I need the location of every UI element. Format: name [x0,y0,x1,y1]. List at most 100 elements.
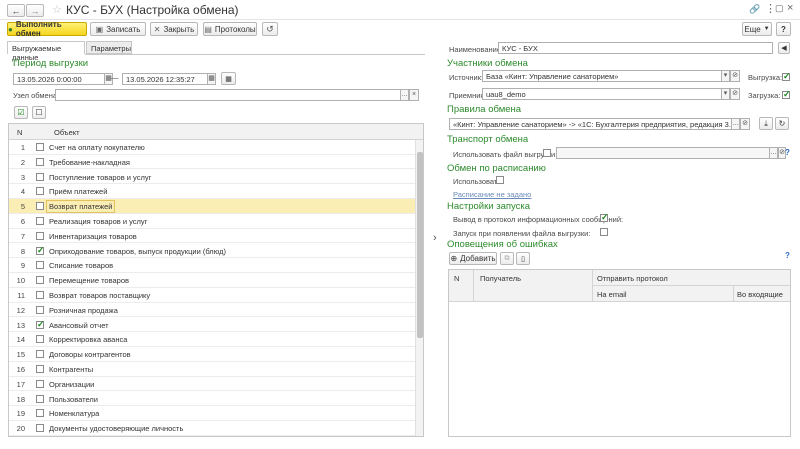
scrollbar[interactable] [415,140,423,436]
download-checkbox[interactable] [782,89,791,100]
source-clear-button[interactable]: ▾ [721,70,730,82]
row-checkbox[interactable] [36,291,44,299]
file-path-select-button[interactable]: … [769,147,778,159]
file-path-field[interactable] [556,147,770,159]
row-checkbox[interactable] [36,335,44,344]
row-checkbox[interactable] [36,319,45,330]
write-button[interactable]: ▣ Записать [90,22,146,36]
use-file-checkbox[interactable] [543,149,551,157]
history-icon: ↺ [266,23,274,34]
name-action-button[interactable]: ◀ [778,42,790,54]
table-row[interactable]: 10 Перемещение товаров [9,273,417,288]
table-row[interactable]: 5 Возврат платежей [9,199,417,214]
table-row[interactable]: 7 Инвентаризация товаров [9,229,417,244]
favorite-star-icon[interactable]: ☆ [52,3,62,16]
date-to-field[interactable]: 13.05.2026 12:35:27 [122,73,208,85]
history-button[interactable]: ↺ [262,22,278,36]
row-checkbox[interactable] [36,231,44,240]
source-field[interactable]: База «Кинт: Управление санаторием» [482,70,722,82]
help-button[interactable]: ? [776,22,791,36]
receiver-open-button[interactable]: ⊘ [730,88,740,100]
table-row[interactable]: 15 Договоры контрагентов [9,347,417,362]
rules-refresh-button[interactable]: ↻ [775,117,789,130]
copy-button[interactable]: ⧉ [500,252,514,265]
autostart-checkbox[interactable] [600,228,608,236]
table-row[interactable]: 20 Документы удостоверяющие личность [9,421,417,436]
row-checkbox[interactable] [36,217,44,225]
transport-help-icon[interactable]: ? [785,148,790,157]
row-checkbox[interactable] [36,409,44,418]
back-button[interactable]: ← [7,4,25,17]
date-to-calendar-button[interactable]: ▦ [207,73,216,85]
row-checkbox[interactable] [36,245,45,256]
row-checkbox[interactable] [36,261,44,270]
table-row[interactable]: 8 Оприходование товаров, выпуск продукции… [9,244,417,259]
uncheck-all-button[interactable]: ☐ [32,106,46,119]
link-icon[interactable]: 🔗 [749,4,760,15]
row-checkbox[interactable] [36,305,44,314]
table-row[interactable]: 9 Списание товаров [9,258,417,274]
table-row[interactable]: 3 Поступление товаров и услуг [9,170,417,185]
tab-parameters[interactable]: Параметры [86,41,132,54]
row-checkbox[interactable] [36,365,44,373]
run-exchange-button[interactable]: ● Выполнить обмен [7,20,87,38]
period-select-button[interactable]: ▦ [221,72,236,85]
table-row[interactable]: 18 Пользователи [9,392,417,407]
upload-checkbox[interactable] [782,71,791,82]
table-row[interactable]: 13 Авансовый отчет [9,318,417,333]
row-checkbox[interactable] [36,276,44,285]
tab-exported-data[interactable]: Выгружаемые данные [7,41,85,62]
receiver-clear-button[interactable]: ▾ [721,88,730,100]
schedule-link[interactable]: Расписание не задано [453,190,531,199]
check-all-button[interactable]: ☑ [14,106,28,119]
row-checkbox[interactable] [36,202,44,211]
row-checkbox[interactable] [36,394,44,403]
scroll-thumb[interactable] [417,152,423,338]
rules-select-button[interactable]: … [731,118,740,130]
table-row[interactable]: 17 Организации [9,377,417,392]
row-checkbox[interactable] [36,143,44,151]
row-checkbox[interactable] [36,187,44,196]
receiver-label: Приемник: [449,91,486,100]
table-row[interactable]: 11 Возврат товаров поставщику [9,288,417,303]
source-label: Источник: [449,73,484,82]
receiver-field[interactable]: uau8_demo [482,88,722,100]
more-button[interactable]: Еще ▼ [742,22,772,36]
name-field[interactable]: КУС - БУХ [498,42,773,54]
panel-collapse-icon[interactable]: › [433,232,437,244]
table-row[interactable]: 16 Контрагенты [9,362,417,377]
protocols-button[interactable]: ▤ Протоколы [203,22,257,36]
row-checkbox[interactable] [36,172,44,181]
forward-button[interactable]: → [26,4,44,17]
rules-field[interactable]: «Кинт: Управление санаторием» -> «1С: Бу… [449,118,732,130]
source-open-button[interactable]: ⊘ [730,70,740,82]
table-row[interactable]: 1 Счет на оплату покупателю [9,140,417,155]
row-checkbox[interactable] [36,350,44,359]
log-checkbox[interactable] [600,212,609,223]
rules-download-button[interactable]: ⤓ [759,117,773,130]
close-button[interactable]: ✕ Закрыть [150,22,198,36]
node-clear-button[interactable]: × [409,89,419,101]
table-row[interactable]: 19 Номенклатура [9,406,417,422]
table-row[interactable]: 14 Корректировка аванса [9,332,417,348]
row-checkbox[interactable] [36,379,44,388]
table-row[interactable]: 4 Приём платежей [9,184,417,200]
delete-button[interactable]: ▯ [516,252,530,265]
table-row[interactable]: 6 Реализация товаров и услуг [9,214,417,229]
use-schedule-checkbox[interactable] [496,176,504,184]
node-field[interactable] [55,89,401,101]
node-select-button[interactable]: … [400,89,409,101]
row-object-label: Приём платежей [49,187,108,197]
alerts-header-email: На email [597,290,627,299]
row-checkbox[interactable] [36,424,44,433]
row-checkbox[interactable] [36,157,44,166]
table-row[interactable]: 2 Требование-накладная [9,155,417,170]
rules-open-button[interactable]: ⊘ [740,118,750,130]
uncheck-all-icon: ☐ [35,108,43,117]
maximize-icon[interactable]: ▢ [775,3,784,14]
table-row[interactable]: 12 Розничная продажа [9,303,417,318]
alerts-help-icon[interactable]: ? [785,251,790,260]
add-button[interactable]: ⊕ Добавить [449,252,497,265]
close-window-icon[interactable]: × [787,2,793,14]
date-from-field[interactable]: 13.05.2026 0:00:00 [13,73,105,85]
